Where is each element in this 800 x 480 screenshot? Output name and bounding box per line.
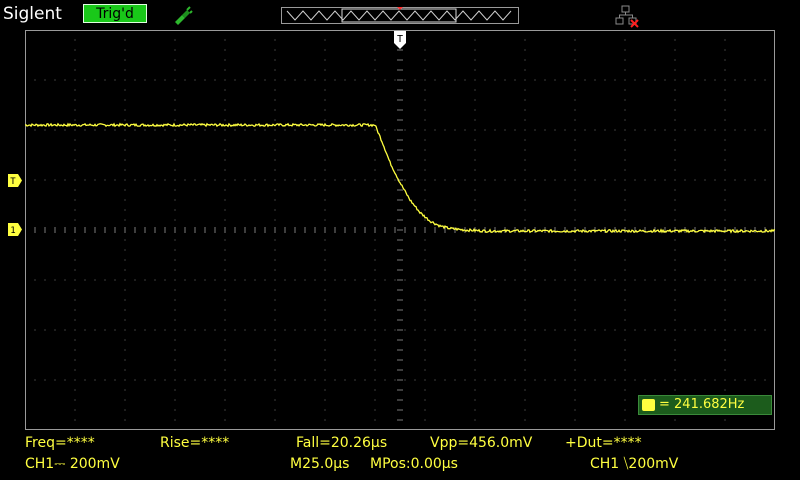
meas-freq: Freq=**** bbox=[25, 435, 95, 451]
timebase-window-indicator bbox=[281, 7, 519, 24]
network-disconnected-icon bbox=[615, 5, 639, 28]
trigger-position-label: T bbox=[397, 34, 403, 45]
trigger-level-label: T bbox=[10, 177, 16, 187]
frequency-counter-value: = 241.682Hz bbox=[659, 397, 745, 412]
trigger-level-marker[interactable]: T bbox=[8, 174, 22, 187]
trigger-status-badge: Trig'd bbox=[83, 4, 147, 23]
meas-vpp: Vpp=456.0mV bbox=[430, 435, 533, 451]
ch1-scale: CH1⎓ 200mV bbox=[25, 456, 120, 472]
frequency-counter-box: = 241.682Hz bbox=[638, 395, 772, 415]
ch1-ground-marker[interactable]: 1 bbox=[8, 223, 22, 236]
trigger-setting: CH1 ⧹200mV bbox=[590, 456, 679, 472]
meas-rise: Rise=**** bbox=[160, 435, 230, 451]
timebase-scale: M25.0µs bbox=[290, 456, 350, 472]
meas-duty: +Dut=**** bbox=[565, 435, 642, 451]
usb-probe-icon bbox=[175, 6, 193, 25]
frequency-counter-icon bbox=[642, 399, 655, 411]
ch1-ground-label: 1 bbox=[10, 226, 15, 236]
waveform-display[interactable]: T bbox=[25, 30, 775, 430]
brand-label: Siglent bbox=[3, 4, 62, 24]
meas-fall: Fall=20.26µs bbox=[296, 435, 388, 451]
horizontal-position: MPos:0.00µs bbox=[370, 456, 458, 472]
